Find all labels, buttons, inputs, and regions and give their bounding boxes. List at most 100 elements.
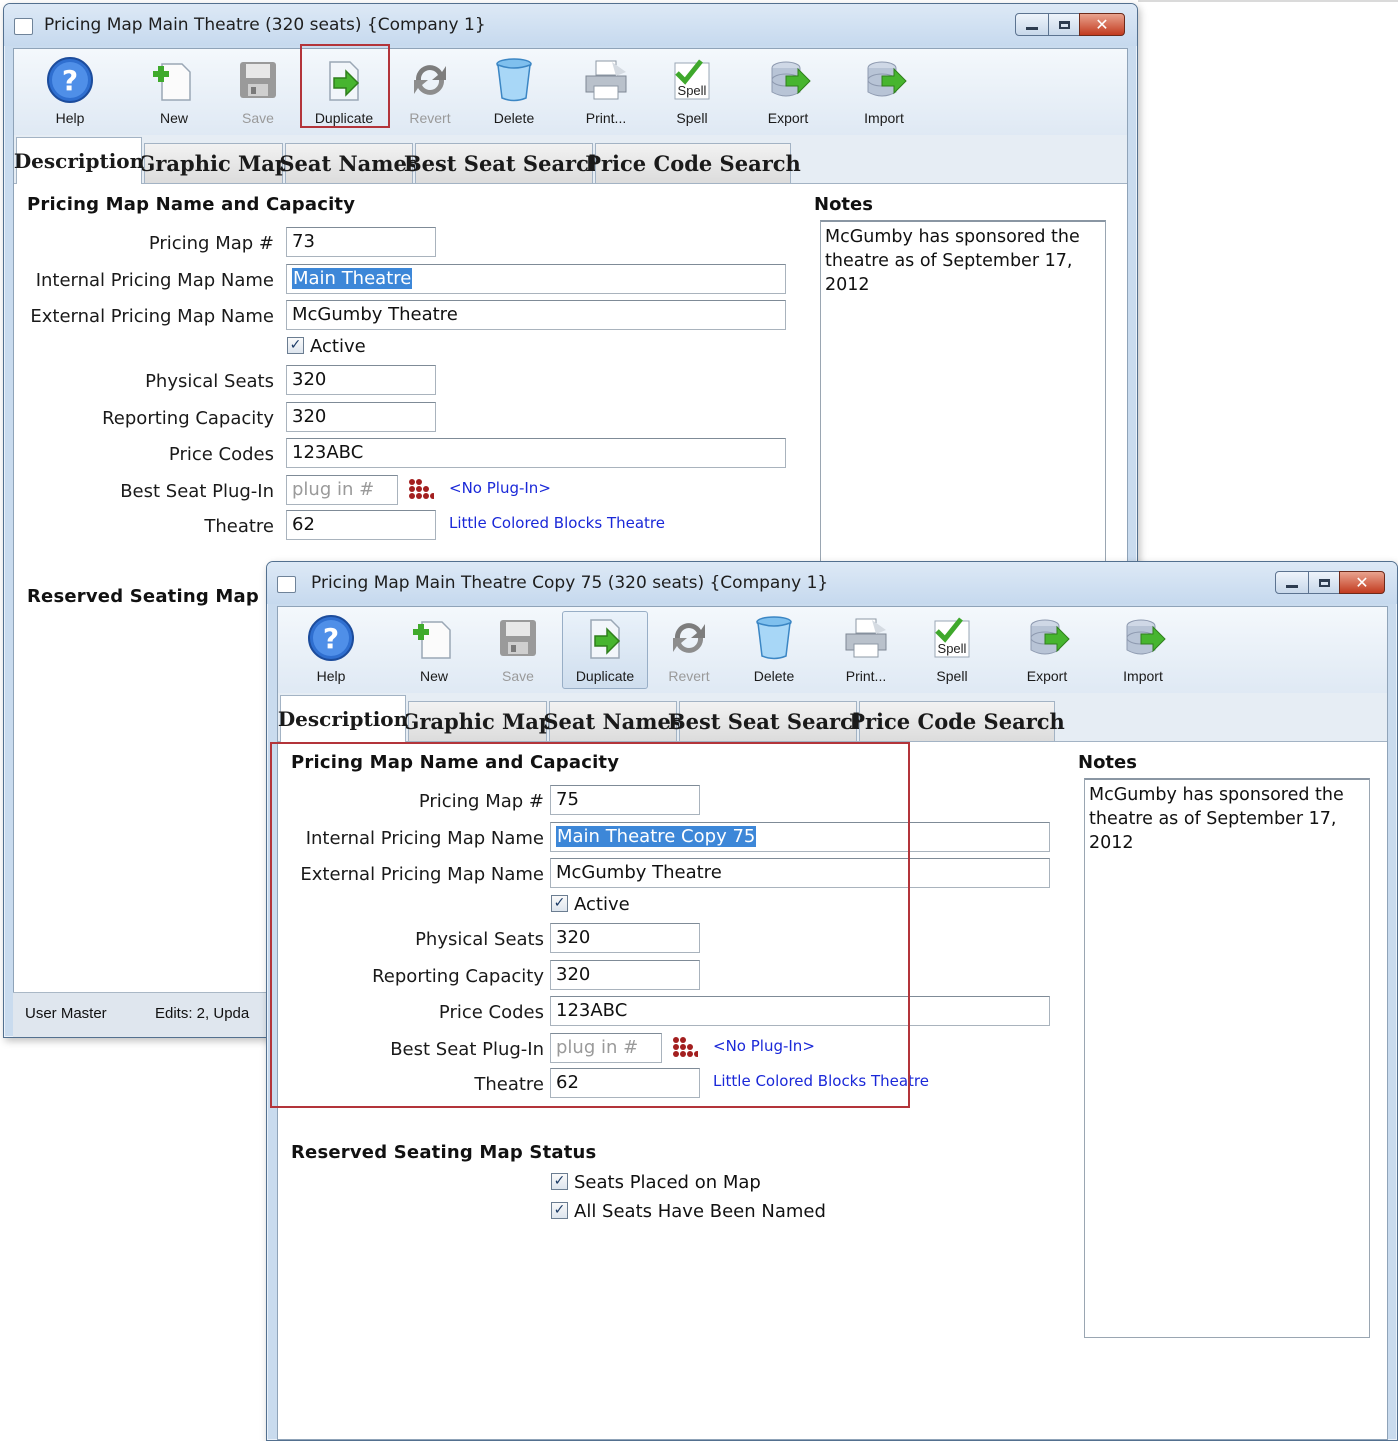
spell-check-icon: Spell xyxy=(934,617,970,658)
physical-seats-field[interactable]: 320 xyxy=(286,365,436,395)
maximize-button[interactable] xyxy=(1308,571,1340,594)
internal-name-field[interactable]: Main Theatre Copy 75 xyxy=(550,822,1050,852)
physical-seats-field[interactable]: 320 xyxy=(550,923,700,953)
export-button[interactable]: Export xyxy=(748,53,828,131)
new-button[interactable]: New xyxy=(398,611,470,689)
reserved-seating-title: Reserved Seating Map Status xyxy=(291,1142,597,1163)
save-disk-icon xyxy=(500,620,536,656)
pricing-map-label: Pricing Map # xyxy=(148,233,274,254)
tab-best-seat-search[interactable]: Best Seat Search xyxy=(668,701,868,741)
help-button[interactable]: ? Help xyxy=(295,611,367,689)
export-button[interactable]: Export xyxy=(1007,611,1087,689)
duplicate-button[interactable]: Duplicate xyxy=(306,53,382,131)
best-seat-link[interactable]: <No Plug-In> xyxy=(713,1037,815,1055)
new-document-icon xyxy=(413,621,451,659)
trash-can-icon xyxy=(756,616,792,660)
revert-arrows-icon xyxy=(673,623,705,653)
reserved-seating-title: Reserved Seating Map xyxy=(27,586,259,607)
theatre-field[interactable]: 62 xyxy=(550,1068,700,1098)
seats-named-label: All Seats Have Been Named xyxy=(574,1201,826,1222)
theatre-label: Theatre xyxy=(204,516,274,537)
import-database-icon xyxy=(1126,619,1166,655)
theatre-field[interactable]: 62 xyxy=(286,510,436,540)
new-button[interactable]: New xyxy=(138,53,210,131)
reporting-capacity-label: Reporting Capacity xyxy=(372,966,544,987)
print-button[interactable]: Print... xyxy=(570,53,642,131)
revert-button[interactable]: Revert xyxy=(394,53,466,131)
section-title: Pricing Map Name and Capacity xyxy=(27,194,356,215)
theatre-link[interactable]: Little Colored Blocks Theatre xyxy=(449,514,665,532)
background-edge-line xyxy=(1138,0,1398,2)
notes-textarea[interactable]: McGumby has sponsored the theatre as of … xyxy=(820,220,1106,620)
save-button[interactable]: Save xyxy=(222,53,294,131)
close-icon: ✕ xyxy=(1095,14,1109,34)
revert-button[interactable]: Revert xyxy=(653,611,725,689)
minimize-button[interactable] xyxy=(1015,13,1049,36)
pricing-map-field[interactable]: 73 xyxy=(286,227,436,257)
notes-textarea[interactable]: McGumby has sponsored the theatre as of … xyxy=(1084,778,1370,1338)
tab-description[interactable]: Description xyxy=(14,137,144,184)
tab-price-code-search[interactable]: Price Code Search xyxy=(585,143,801,183)
import-button[interactable]: Import xyxy=(844,53,924,131)
toolbar: ? Help New Save Duplicate Revert Delete … xyxy=(14,44,1127,136)
maximize-button[interactable] xyxy=(1048,13,1080,36)
title-bar[interactable]: Pricing Map Main Theatre (320 seats) {Co… xyxy=(4,4,1137,46)
close-button[interactable]: ✕ xyxy=(1079,13,1125,36)
minimize-icon xyxy=(1286,585,1298,588)
seats-named-checkbox[interactable]: ✓ xyxy=(551,1202,568,1219)
minimize-button[interactable] xyxy=(1275,571,1309,594)
save-button[interactable]: Save xyxy=(482,611,554,689)
active-label: Active xyxy=(574,894,630,915)
theatre-link[interactable]: Little Colored Blocks Theatre xyxy=(713,1072,929,1090)
seats-placed-checkbox[interactable]: ✓ xyxy=(551,1173,568,1190)
import-button[interactable]: Import xyxy=(1103,611,1183,689)
tab-graphic-map[interactable]: Graphic Map xyxy=(401,701,554,741)
spell-button[interactable]: Spell Spell xyxy=(916,611,988,689)
tab-description[interactable]: Description xyxy=(278,695,408,742)
active-checkbox[interactable]: ✓ xyxy=(551,895,568,912)
physical-seats-label: Physical Seats xyxy=(415,929,544,950)
price-codes-field[interactable]: 123ABC xyxy=(550,996,1050,1026)
active-checkbox[interactable]: ✓ xyxy=(287,337,304,354)
external-name-field[interactable]: McGumby Theatre xyxy=(286,300,786,330)
window-title: Pricing Map Main Theatre Copy 75 (320 se… xyxy=(311,573,829,593)
maximize-icon xyxy=(1058,20,1070,29)
save-disk-icon xyxy=(240,62,276,98)
title-bar[interactable]: Pricing Map Main Theatre Copy 75 (320 se… xyxy=(267,562,1397,604)
best-seat-field[interactable]: plug in # xyxy=(286,475,398,505)
tab-graphic-map[interactable]: Graphic Map xyxy=(137,143,290,183)
delete-button[interactable]: Delete xyxy=(738,611,810,689)
window-title: Pricing Map Main Theatre (320 seats) {Co… xyxy=(44,15,486,35)
window-icon xyxy=(277,576,296,593)
reporting-capacity-field[interactable]: 320 xyxy=(286,402,436,432)
svg-text:Spell: Spell xyxy=(938,641,967,656)
pricing-map-field[interactable]: 75 xyxy=(550,785,700,815)
best-seat-link[interactable]: <No Plug-In> xyxy=(449,479,551,497)
reporting-capacity-field[interactable]: 320 xyxy=(550,960,700,990)
internal-name-value: Main Theatre Copy 75 xyxy=(556,826,757,847)
internal-name-field[interactable]: Main Theatre xyxy=(286,264,786,294)
price-codes-field[interactable]: 123ABC xyxy=(286,438,786,468)
print-button[interactable]: Print... xyxy=(830,611,902,689)
seat-picker-icon[interactable] xyxy=(406,477,434,503)
seats-placed-label: Seats Placed on Map xyxy=(574,1172,761,1193)
maximize-icon xyxy=(1318,578,1330,587)
help-button[interactable]: ? Help xyxy=(34,53,106,131)
revert-arrows-icon xyxy=(414,65,446,95)
external-name-label: External Pricing Map Name xyxy=(300,864,544,885)
tab-best-seat-search[interactable]: Best Seat Search xyxy=(404,143,604,183)
tab-seat-names[interactable]: Seat Names xyxy=(543,701,683,741)
duplicate-button[interactable]: Duplicate xyxy=(562,611,648,689)
status-user: User Master xyxy=(25,1005,107,1022)
svg-text:?: ? xyxy=(62,64,78,97)
best-seat-field[interactable]: plug in # xyxy=(550,1033,662,1063)
external-name-field[interactable]: McGumby Theatre xyxy=(550,858,1050,888)
tab-price-code-search[interactable]: Price Code Search xyxy=(849,701,1065,741)
export-database-icon xyxy=(1030,619,1070,655)
svg-text:?: ? xyxy=(323,622,339,655)
seat-picker-icon[interactable] xyxy=(670,1035,698,1061)
tab-seat-names[interactable]: Seat Names xyxy=(279,143,419,183)
delete-button[interactable]: Delete xyxy=(478,53,550,131)
close-button[interactable]: ✕ xyxy=(1339,571,1385,594)
spell-button[interactable]: Spell Spell xyxy=(656,53,728,131)
